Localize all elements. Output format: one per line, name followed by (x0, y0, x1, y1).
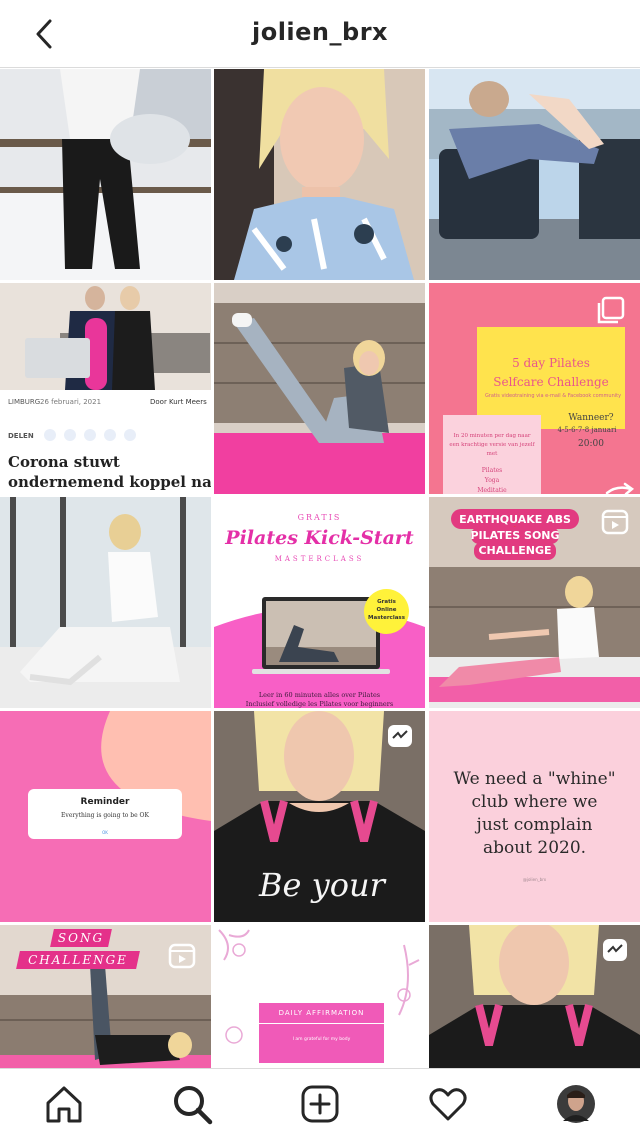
reels-icon (388, 725, 412, 747)
quote-line-1: We need a "whine" (453, 769, 616, 789)
badge-line-2: Online (376, 607, 397, 613)
challenge-title-1: 5 day Pilates (512, 356, 590, 370)
post-tile[interactable]: DAILY AFFIRMATION I am grateful for my b… (214, 925, 425, 1068)
challenge-subtitle: Gratis videotraining via e-mail & Facebo… (484, 393, 622, 399)
post-tile[interactable] (214, 69, 425, 280)
article-author: Door Kurt Meers (150, 398, 207, 406)
reminder-ok: OK (102, 830, 108, 835)
article-headline-2: ondernemend koppel naar (8, 473, 211, 491)
post-tile[interactable] (0, 497, 211, 708)
post-tile[interactable] (429, 69, 640, 280)
post-tile[interactable]: 5 day Pilates Selfcare Challenge Gratis … (429, 283, 640, 494)
share-icons (44, 429, 136, 441)
badge-line-3: Masterclass (368, 615, 405, 621)
challenge-item-yoga: Yoga (484, 477, 500, 484)
masterclass-desc-2: Inclusief volledige les Pilates voor beg… (245, 700, 394, 708)
post-image-selfie (214, 69, 425, 280)
challenge-desc-3: met (486, 451, 498, 457)
challenge-title-2: Selfcare Challenge (493, 375, 609, 389)
challenge-when: Wanneer? (568, 413, 614, 423)
top-bar: jolien_brx (0, 0, 640, 68)
post-tile[interactable]: GRATIS Pilates Kick-Start MASTERCLASS Gr… (214, 497, 425, 708)
post-image-balcony-couple (429, 69, 640, 280)
search-icon[interactable] (171, 1083, 213, 1125)
post-image-newspaper-photo (0, 283, 211, 390)
profile-username: jolien_brx (251, 18, 389, 46)
post-tile[interactable]: Be your (214, 711, 425, 922)
swipe-arrow-icon (605, 482, 635, 494)
reminder-body: Everything is going to be OK (61, 812, 149, 819)
post-tile[interactable]: Reminder Everything is going to be OK OK (0, 711, 211, 922)
article-share-label: DELEN (8, 432, 34, 440)
masterclass-free-label: GRATIS (297, 513, 342, 522)
quote-line-2: club where we (471, 792, 598, 812)
abs-title-3: CHALLENGE (478, 544, 552, 557)
quote-handle: @jolien_brx (522, 877, 547, 882)
challenge-dates: 4-5-6-7-8 januari (557, 426, 617, 434)
post-tile[interactable]: EARTHQUAKE ABS 🔥 PILATES SONG CHALLENGE (429, 497, 640, 708)
post-tile[interactable]: We need a "whine" club where we just com… (429, 711, 640, 922)
affirmation-text: I am grateful for my body (292, 1037, 351, 1042)
post-tile[interactable] (0, 69, 211, 280)
challenge-item-pilates: Pilates (481, 467, 503, 474)
home-icon[interactable] (43, 1083, 85, 1125)
post-tile[interactable] (429, 925, 640, 1068)
post-image-seated-stretch (0, 497, 211, 708)
post-image-snow-leggings (0, 69, 211, 280)
challenge-desc-1: In 20 minuten per dag naar (453, 433, 531, 439)
reminder-heading: Reminder (80, 797, 130, 807)
post-image-boat-pose (214, 283, 425, 494)
abs-title-2: PILATES SONG (470, 529, 560, 542)
post-tile[interactable]: LIMBURG 26 februari, 2021 Door Kurt Meer… (0, 283, 211, 494)
masterclass-title: Pilates Kick-Start (225, 527, 414, 549)
challenge-item-meditation: Meditatie (477, 487, 507, 494)
reels-icon (603, 939, 627, 961)
badge-line-1: Gratis (377, 599, 396, 605)
post-tile[interactable] (214, 283, 425, 494)
affirmation-label: DAILY AFFIRMATION (278, 1009, 365, 1017)
masterclass-subtitle: MASTERCLASS (274, 555, 365, 563)
bottom-navigation (0, 1068, 640, 1138)
article-date: 26 februari, 2021 (40, 398, 102, 406)
laptop-illustration (214, 597, 425, 708)
activity-heart-icon[interactable] (427, 1083, 469, 1125)
article-location: LIMBURG (8, 398, 41, 406)
carousel-icon (597, 296, 625, 324)
article-headline-1: Corona stuwt (8, 453, 120, 471)
challenge-label: CHALLENGE (28, 953, 128, 967)
shirt-text: Be your (259, 866, 385, 904)
profile-avatar-icon[interactable] (555, 1083, 597, 1125)
video-play-icon (168, 943, 196, 969)
challenge-desc-2: een krachtige versie van jezelf (449, 442, 535, 448)
quote-line-3: just complain (476, 815, 593, 835)
video-play-icon (601, 509, 629, 535)
song-label: SONG (57, 931, 105, 945)
new-post-icon[interactable] (299, 1083, 341, 1125)
challenge-time: 20:00 (578, 439, 604, 449)
affirmation-divider (259, 1023, 384, 1024)
masterclass-desc-1: Leer in 60 minuten alles over Pilates (258, 691, 381, 699)
quote-line-4: about 2020. (482, 838, 587, 858)
